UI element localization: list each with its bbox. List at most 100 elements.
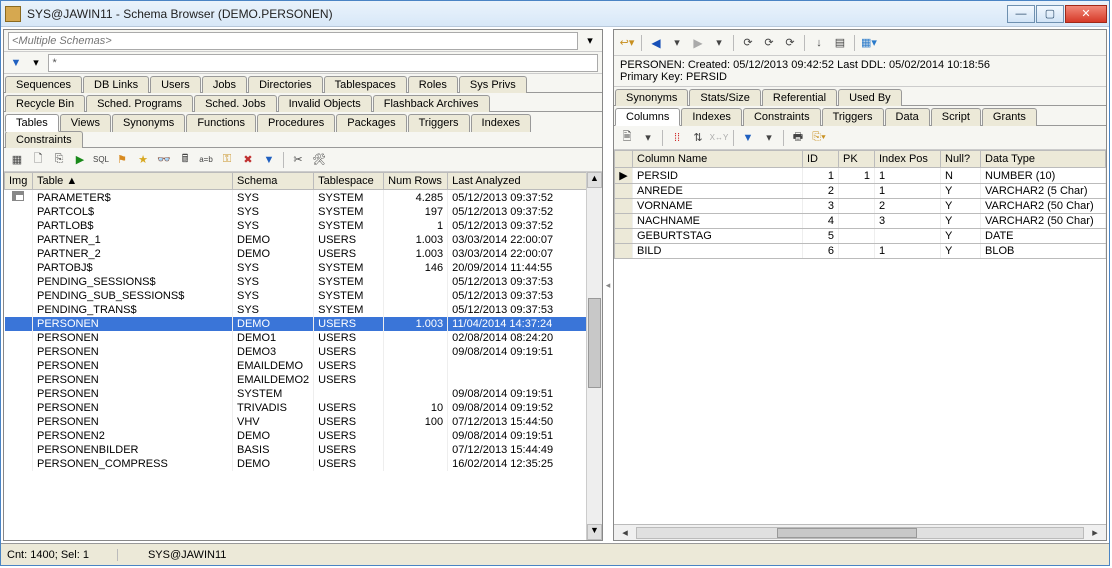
tab-recycle-bin[interactable]: Recycle Bin xyxy=(5,95,85,112)
table-row[interactable]: PARAMETER$SYSSYSTEM4.28505/12/2013 09:37… xyxy=(5,190,602,206)
hscroll-thumb[interactable] xyxy=(777,528,917,538)
scroll-thumb[interactable] xyxy=(588,298,601,388)
tab-synonyms[interactable]: Synonyms xyxy=(615,89,688,106)
list-icon[interactable]: ▤ xyxy=(831,34,849,52)
tab-grants[interactable]: Grants xyxy=(982,108,1037,126)
schema-dropdown-icon[interactable]: ▾ xyxy=(582,33,598,49)
tab-used-by[interactable]: Used By xyxy=(838,89,902,106)
nav-back-icon[interactable]: ◀ xyxy=(647,34,665,52)
left-grid-wrap[interactable]: ImgTable ▲SchemaTablespaceNum RowsLast A… xyxy=(4,172,602,540)
refresh2-icon[interactable]: ⟳ xyxy=(760,34,778,52)
splitter[interactable] xyxy=(605,27,611,543)
key-icon[interactable]: ⚿ xyxy=(218,151,236,169)
tab-directories[interactable]: Directories xyxy=(248,76,323,93)
dots-icon[interactable]: ⁞⁞ xyxy=(668,129,686,147)
col-table[interactable]: Table ▲ xyxy=(33,173,233,190)
table-row[interactable]: PENDING_SESSIONS$SYSSYSTEM05/12/2013 09:… xyxy=(5,275,602,289)
col-rowmark[interactable] xyxy=(615,151,633,168)
funnel2-icon[interactable]: ▼ xyxy=(260,151,278,169)
play-icon[interactable]: ▶ xyxy=(71,151,89,169)
tab-sequences[interactable]: Sequences xyxy=(5,76,82,93)
col-data-type[interactable]: Data Type xyxy=(981,151,1106,168)
tab-sched-programs[interactable]: Sched. Programs xyxy=(86,95,193,112)
calc-icon[interactable]: 🖩 xyxy=(176,151,194,169)
tab-db-links[interactable]: DB Links xyxy=(83,76,149,93)
table-row[interactable]: PARTCOL$SYSSYSTEM19705/12/2013 09:37:52 xyxy=(5,205,602,219)
tab-triggers[interactable]: Triggers xyxy=(408,114,470,132)
table-row[interactable]: PERSONENDEMO1USERS02/08/2014 08:24:20 xyxy=(5,331,602,345)
sort-icon[interactable]: ⇅ xyxy=(689,129,707,147)
filter-input[interactable] xyxy=(48,54,598,72)
table-row[interactable]: PARTNER_1DEMOUSERS1.00303/03/2014 22:00:… xyxy=(5,233,602,247)
page-icon[interactable]: 🗎 xyxy=(618,129,636,147)
column-row[interactable]: ANREDE21YVARCHAR2 (5 Char) xyxy=(615,184,1106,199)
minimize-button[interactable]: — xyxy=(1007,5,1035,23)
tab-synonyms[interactable]: Synonyms xyxy=(112,114,185,132)
table-row[interactable]: PERSONENBILDERBASISUSERS07/12/2013 15:44… xyxy=(5,443,602,457)
right-grid[interactable]: Column NameIDPKIndex PosNull?Data Type▶P… xyxy=(614,150,1106,259)
wrench-icon[interactable]: 🛠 xyxy=(310,151,328,169)
filter3-icon[interactable]: ▼ xyxy=(739,129,757,147)
table-row[interactable]: PARTLOB$SYSSYSTEM105/12/2013 09:37:52 xyxy=(5,219,602,233)
nav-back-dd-icon[interactable]: ▾ xyxy=(668,34,686,52)
tab-referential[interactable]: Referential xyxy=(762,89,837,106)
table-row[interactable]: PERSONENDEMO3USERS09/08/2014 09:19:51 xyxy=(5,345,602,359)
tab-users[interactable]: Users xyxy=(150,76,201,93)
star-icon[interactable]: ★ xyxy=(134,151,152,169)
tab-jobs[interactable]: Jobs xyxy=(202,76,247,93)
filter-dropdown-icon[interactable]: ▾ xyxy=(28,55,44,71)
column-row[interactable]: GEBURTSTAG5YDATE xyxy=(615,229,1106,244)
filter3-dd-icon[interactable]: ▾ xyxy=(760,129,778,147)
tab-sys-privs[interactable]: Sys Privs xyxy=(459,76,527,93)
scissors-icon[interactable]: ✂ xyxy=(289,151,307,169)
table-row[interactable]: PERSONEN_COMPRESSDEMOUSERS16/02/2014 12:… xyxy=(5,457,602,471)
tab-tablespaces[interactable]: Tablespaces xyxy=(324,76,407,93)
col-last-analyzed[interactable]: Last Analyzed xyxy=(448,173,602,190)
nav-fwd-dd-icon[interactable]: ▾ xyxy=(710,34,728,52)
back-dropdown-icon[interactable]: ↩▾ xyxy=(618,34,636,52)
close-button[interactable]: ✕ xyxy=(1065,5,1107,23)
table-row[interactable]: PERSONENVHVUSERS10007/12/2013 15:44:50 xyxy=(5,415,602,429)
tab-packages[interactable]: Packages xyxy=(336,114,406,132)
col-null-[interactable]: Null? xyxy=(941,151,981,168)
maximize-button[interactable]: ▢ xyxy=(1036,5,1064,23)
tab-triggers[interactable]: Triggers xyxy=(822,108,884,126)
table-row[interactable]: PERSONENDEMOUSERS1.00311/04/2014 14:37:2… xyxy=(5,317,602,331)
tab-columns[interactable]: Columns xyxy=(615,108,680,126)
tab-flashback-archives[interactable]: Flashback Archives xyxy=(373,95,490,112)
tab-functions[interactable]: Functions xyxy=(186,114,256,132)
column-row[interactable]: VORNAME32YVARCHAR2 (50 Char) xyxy=(615,199,1106,214)
table-row[interactable]: PENDING_TRANS$SYSSYSTEM05/12/2013 09:37:… xyxy=(5,303,602,317)
tab-procedures[interactable]: Procedures xyxy=(257,114,335,132)
table-row[interactable]: PERSONENEMAILDEMOUSERS xyxy=(5,359,602,373)
tab-constraints[interactable]: Constraints xyxy=(743,108,821,126)
new-icon[interactable]: 🗋 xyxy=(29,151,47,169)
refresh3-icon[interactable]: ⟳ xyxy=(781,34,799,52)
column-row[interactable]: NACHNAME43YVARCHAR2 (50 Char) xyxy=(615,214,1106,229)
column-row[interactable]: ▶PERSID111NNUMBER (10) xyxy=(615,168,1106,184)
drop-icon[interactable]: ✖ xyxy=(239,151,257,169)
scroll-up-icon[interactable]: ▲ xyxy=(587,172,602,188)
clone-icon[interactable]: ⎘ xyxy=(50,151,68,169)
tab-indexes[interactable]: Indexes xyxy=(681,108,742,126)
tab-sched-jobs[interactable]: Sched. Jobs xyxy=(194,95,277,112)
tab-roles[interactable]: Roles xyxy=(408,76,458,93)
right-hscroll[interactable]: ◂ ▸ xyxy=(614,524,1106,540)
flag-icon[interactable]: ⚑ xyxy=(113,151,131,169)
hscroll-right-icon[interactable]: ▸ xyxy=(1086,524,1104,542)
col-pk[interactable]: PK xyxy=(839,151,875,168)
tab-tables[interactable]: Tables xyxy=(5,114,59,132)
table-row[interactable]: PERSONEN2DEMOUSERS09/08/2014 09:19:51 xyxy=(5,429,602,443)
scroll-down-icon[interactable]: ▼ xyxy=(587,524,602,540)
tab-stats-size[interactable]: Stats/Size xyxy=(689,89,761,106)
table-row[interactable]: PERSONENSYSTEM09/08/2014 09:19:51 xyxy=(5,387,602,401)
binoculars-icon[interactable]: 👓 xyxy=(155,151,173,169)
sql-icon[interactable]: SQL xyxy=(92,151,110,169)
dd-icon[interactable]: ▾ xyxy=(639,129,657,147)
print-icon[interactable]: 🖶 xyxy=(789,129,807,147)
tab-invalid-objects[interactable]: Invalid Objects xyxy=(278,95,372,112)
schema-input[interactable] xyxy=(8,32,578,50)
hscroll-left-icon[interactable]: ◂ xyxy=(616,524,634,542)
col-index-pos[interactable]: Index Pos xyxy=(875,151,941,168)
tab-constraints[interactable]: Constraints xyxy=(5,131,83,148)
